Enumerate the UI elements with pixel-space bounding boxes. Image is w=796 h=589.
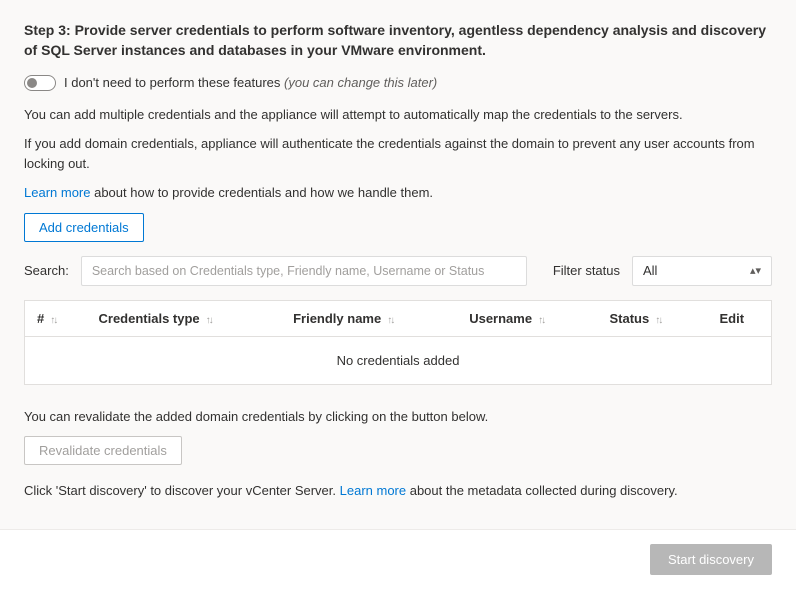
discovery-pre: Click 'Start discovery' to discover your… xyxy=(24,483,340,498)
table-empty-row: No credentials added xyxy=(25,336,772,384)
intro-line1: You can add multiple credentials and the… xyxy=(24,105,772,125)
discovery-note-row: Click 'Start discovery' to discover your… xyxy=(24,481,772,501)
filter-status-select[interactable]: All ▴▾ xyxy=(632,256,772,286)
col-status[interactable]: Status↑↓ xyxy=(598,300,708,336)
discovery-post: about the metadata collected during disc… xyxy=(406,483,677,498)
step3-panel: Step 3: Provide server credentials to pe… xyxy=(0,0,796,530)
learn-more-link-credentials[interactable]: Learn more xyxy=(24,185,90,200)
start-discovery-button: Start discovery xyxy=(650,544,772,575)
sort-icon: ↑↓ xyxy=(538,315,544,326)
empty-state-text: No credentials added xyxy=(25,336,772,384)
toggle-label: I don't need to perform these features (… xyxy=(64,75,437,90)
skip-features-toggle[interactable] xyxy=(24,75,56,91)
col-username[interactable]: Username↑↓ xyxy=(457,300,597,336)
revalidate-credentials-button: Revalidate credentials xyxy=(24,436,182,465)
search-label: Search: xyxy=(24,263,69,278)
learn-more-rest: about how to provide credentials and how… xyxy=(90,185,433,200)
feature-toggle-row: I don't need to perform these features (… xyxy=(24,75,772,91)
intro-learn-more-row: Learn more about how to provide credenti… xyxy=(24,183,772,203)
credentials-table: #↑↓ Credentials type↑↓ Friendly name↑↓ U… xyxy=(24,300,772,385)
learn-more-link-discovery[interactable]: Learn more xyxy=(340,483,406,498)
col-credentials-type[interactable]: Credentials type↑↓ xyxy=(87,300,282,336)
sort-icon: ↑↓ xyxy=(655,315,661,326)
chevron-updown-icon: ▴▾ xyxy=(750,264,761,277)
filter-status-value: All xyxy=(643,263,657,278)
col-edit: Edit xyxy=(708,300,772,336)
sort-icon: ↑↓ xyxy=(387,315,393,326)
step-title: Step 3: Provide server credentials to pe… xyxy=(24,20,772,61)
revalidate-note: You can revalidate the added domain cred… xyxy=(24,407,772,427)
toggle-label-text: I don't need to perform these features xyxy=(64,75,280,90)
sort-icon: ↑↓ xyxy=(206,315,212,326)
table-header-row: #↑↓ Credentials type↑↓ Friendly name↑↓ U… xyxy=(25,300,772,336)
toggle-hint: (you can change this later) xyxy=(284,75,437,90)
col-friendly-name[interactable]: Friendly name↑↓ xyxy=(281,300,457,336)
search-filter-row: Search: Filter status All ▴▾ xyxy=(24,256,772,286)
intro-line2: If you add domain credentials, appliance… xyxy=(24,134,772,173)
add-credentials-button[interactable]: Add credentials xyxy=(24,213,144,242)
col-number[interactable]: #↑↓ xyxy=(25,300,87,336)
footer-bar: Start discovery xyxy=(0,530,796,589)
filter-status-label: Filter status xyxy=(553,263,620,278)
search-input[interactable] xyxy=(81,256,527,286)
sort-icon: ↑↓ xyxy=(50,315,56,326)
